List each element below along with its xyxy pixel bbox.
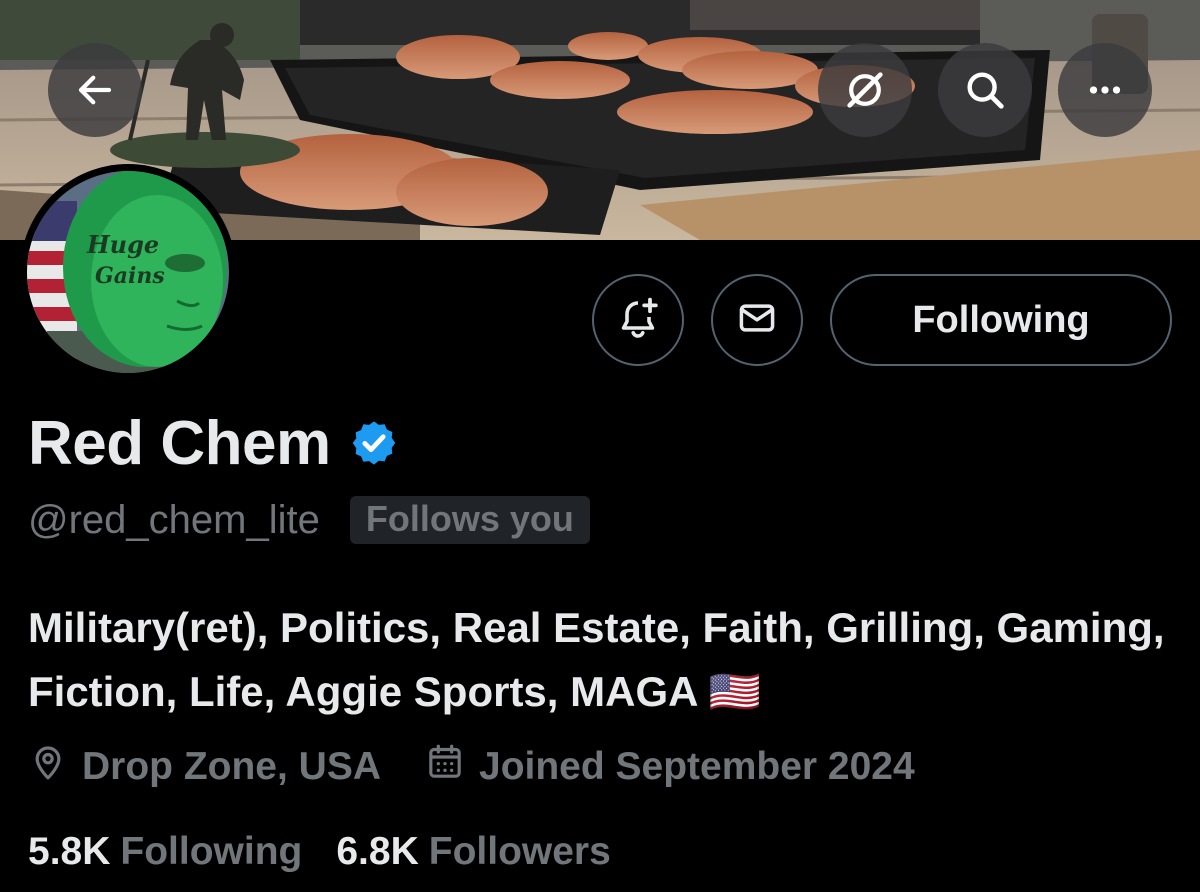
notifications-button[interactable]	[592, 274, 684, 366]
followers-label: Followers	[428, 830, 611, 873]
grok-icon	[842, 67, 888, 113]
avatar-image: Huge Gains	[27, 171, 229, 373]
name-row: Red Chem	[28, 408, 399, 479]
more-icon	[1082, 67, 1128, 113]
avatar[interactable]: Huge Gains	[20, 164, 236, 380]
more-button[interactable]	[1058, 43, 1152, 137]
avatar-tattoo-line2: Gains	[95, 263, 165, 289]
followers-stat[interactable]: 6.8K Followers	[336, 830, 610, 874]
bell-plus-icon	[614, 294, 662, 347]
search-icon	[962, 67, 1008, 113]
arrow-left-icon	[74, 69, 116, 111]
following-label: Following	[120, 830, 303, 873]
message-button[interactable]	[711, 274, 803, 366]
search-button[interactable]	[938, 43, 1032, 137]
back-button[interactable]	[48, 43, 142, 137]
location: Drop Zone, USA	[28, 742, 381, 792]
location-text: Drop Zone, USA	[82, 745, 381, 788]
location-pin-icon	[28, 742, 82, 792]
verified-badge-icon[interactable]	[349, 418, 399, 473]
grok-button[interactable]	[818, 43, 912, 137]
bio: Military(ret), Politics, Real Estate, Fa…	[28, 604, 1165, 715]
following-stat[interactable]: 5.8K Following	[28, 830, 302, 874]
display-name: Red Chem	[28, 409, 331, 478]
envelope-icon	[735, 296, 779, 345]
joined-date: Joined September 2024	[425, 742, 915, 792]
handle: @red_chem_lite	[28, 497, 320, 542]
following-count: 5.8K	[28, 830, 111, 873]
handle-row: @red_chem_lite Follows you	[28, 496, 590, 544]
avatar-tattoo-line1: Huge	[86, 230, 159, 259]
followers-count: 6.8K	[336, 830, 419, 873]
profile-meta: Drop Zone, USA Joined September 2024	[28, 742, 915, 792]
follow-stats: 5.8K Following 6.8K Followers	[28, 830, 611, 874]
follows-you-badge: Follows you	[349, 496, 590, 544]
calendar-icon	[425, 742, 479, 792]
joined-text: Joined September 2024	[479, 745, 915, 788]
following-button[interactable]: Following	[830, 274, 1172, 366]
